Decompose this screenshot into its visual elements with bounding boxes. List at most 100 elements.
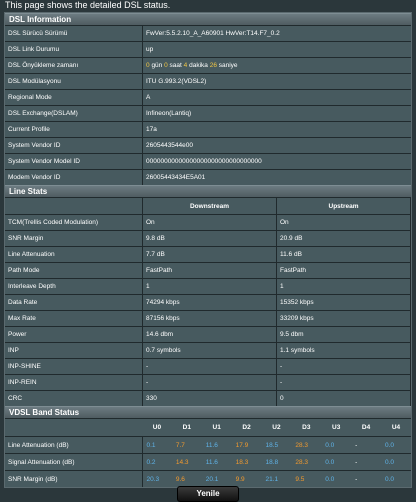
row-label: Data Rate xyxy=(5,294,143,311)
row-label: System Vendor ID xyxy=(5,137,143,154)
row-label: Power xyxy=(5,326,143,343)
band-value: 0.0 xyxy=(381,470,411,487)
table-header-row: U0 D1 U1 D2 U2 D3 U3 D4 U4 xyxy=(5,418,411,437)
upstream-value: 11.6 dB xyxy=(276,246,411,263)
row-label: DSL Exchange(DSLAM) xyxy=(5,105,143,122)
uptime-seconds: 26 xyxy=(209,62,217,69)
upstream-value: - xyxy=(276,358,411,375)
downstream-value: 7.7 dB xyxy=(142,246,277,263)
upstream-value: - xyxy=(276,374,411,391)
band-value: 0.1 xyxy=(142,436,172,454)
downstream-value: - xyxy=(142,358,277,375)
table-row: SNR Margin 9.8 dB 20.9 dB xyxy=(5,230,411,247)
dsl-status-page: This page shows the detailed DSL status.… xyxy=(0,0,416,502)
band-value: 0.0 xyxy=(381,453,411,471)
header-downstream: Downstream xyxy=(142,197,277,215)
row-label: DSL Önyükleme zamanı xyxy=(5,57,143,74)
table-row: Data Rate 74294 kbps 15352 kbps xyxy=(5,294,411,311)
row-label: CRC xyxy=(5,390,143,406)
header-blank xyxy=(5,418,142,437)
row-value: 00000000000000000000000000000000 xyxy=(142,153,411,170)
uptime-seconds-unit: saniye xyxy=(218,62,238,69)
row-value: Infineon(Lantiq) xyxy=(142,105,411,122)
uptime-days: 0 xyxy=(146,62,150,69)
upstream-value: 20.9 dB xyxy=(276,230,411,247)
table-row: SNR Margin (dB) 20.3 9.6 20.1 9.9 21.1 9.5 0.0-… xyxy=(5,470,411,487)
downstream-value: 87156 kbps xyxy=(142,310,277,327)
band-value: 0.2 xyxy=(142,453,172,471)
dsl-info-header: DSL Information xyxy=(5,13,411,25)
row-label: Path Mode xyxy=(5,262,143,279)
band-column-header: D2 xyxy=(231,418,262,437)
band-value: 20.1 xyxy=(201,470,232,487)
downstream-value: On xyxy=(142,214,277,231)
downstream-value: 330 xyxy=(142,390,277,406)
band-value: 17.9 xyxy=(231,436,262,454)
uptime-hours-unit: saat xyxy=(169,62,182,69)
row-label: System Vendor Model ID xyxy=(5,153,143,170)
table-row: CRC 330 0 xyxy=(5,390,411,406)
band-status-header: VDSL Band Status xyxy=(5,406,411,418)
dsl-info-panel: DSL Information DSL Sürücü Sürümü FwVer:5… xyxy=(4,12,412,488)
row-label: DSL Sürücü Sürümü xyxy=(5,25,143,42)
band-value: 0.0 xyxy=(321,436,352,454)
band-value: 0.0 xyxy=(321,470,352,487)
table-row: Regional Mode A xyxy=(5,89,411,106)
row-label: Signal Attenuation (dB) xyxy=(5,453,143,471)
line-stats-header: Line Stats xyxy=(5,185,411,197)
row-label: INP-REIN xyxy=(5,374,143,391)
upstream-value: 0 xyxy=(276,390,411,406)
band-value: 28.3 xyxy=(291,453,322,471)
table-row: INP-REIN - - xyxy=(5,374,411,391)
band-column-header: U0 xyxy=(142,418,172,437)
table-row: System Vendor Model ID 000000000000000000… xyxy=(5,153,411,170)
uptime-value: 0 gün 0 saat 4 dakika 26 saniye xyxy=(142,57,411,74)
band-column-header: U2 xyxy=(261,418,292,437)
table-row: Modem Vendor ID 26005443434E5A01 xyxy=(5,169,411,185)
row-label: INP xyxy=(5,342,143,359)
band-column-header: D3 xyxy=(291,418,322,437)
table-row: INP 0.7 symbols 1.1 symbols xyxy=(5,342,411,359)
downstream-value: 9.8 dB xyxy=(142,230,277,247)
band-value: 28.3 xyxy=(291,436,322,454)
table-row: Current Profile 17a xyxy=(5,121,411,138)
band-value: 11.6 xyxy=(201,453,232,471)
uptime-minutes: 4 xyxy=(183,62,188,69)
band-column-header: U3 xyxy=(321,418,352,437)
downstream-value: 0.7 symbols xyxy=(142,342,277,359)
table-row: Line Attenuation 7.7 dB 11.6 dB xyxy=(5,246,411,263)
table-row: DSL Önyükleme zamanı 0 gün 0 saat 4 daki… xyxy=(5,57,411,74)
row-label: Current Profile xyxy=(5,121,143,138)
row-value: 2605443544e00 xyxy=(142,137,411,154)
downstream-value: 14.6 dbm xyxy=(142,326,277,343)
table-row: Interleave Depth 1 1 xyxy=(5,278,411,295)
band-column-header: D1 xyxy=(171,418,202,437)
header-upstream: Upstream xyxy=(276,197,411,215)
row-label: Max Rate xyxy=(5,310,143,327)
uptime-minutes-unit: dakika xyxy=(189,62,208,69)
row-label: SNR Margin (dB) xyxy=(5,470,143,487)
table-row: DSL Exchange(DSLAM) Infineon(Lantiq) xyxy=(5,105,411,122)
row-label: Interleave Depth xyxy=(5,278,143,295)
band-value: 7.7 xyxy=(171,436,202,454)
band-value: 9.6 xyxy=(171,470,202,487)
band-value: - xyxy=(351,436,381,454)
row-label: DSL Link Durumu xyxy=(5,41,143,58)
row-label: Line Attenuation xyxy=(5,246,143,263)
table-row: Signal Attenuation (dB) 0.2 14.3 11.6 18.3 18… xyxy=(5,453,411,471)
table-row: INP-SHINE - - xyxy=(5,358,411,375)
downstream-value: FastPath xyxy=(142,262,277,279)
band-value: - xyxy=(351,470,381,487)
band-value: 9.9 xyxy=(231,470,262,487)
table-row: Line Attenuation (dB) 0.1 7.7 11.6 17.9 18.5 2… xyxy=(5,436,411,454)
table-row: DSL Modülasyonu ITU G.993.2(VDSL2) xyxy=(5,73,411,90)
row-value: ITU G.993.2(VDSL2) xyxy=(142,73,411,90)
band-value: 20.3 xyxy=(142,470,172,487)
band-value: 18.8 xyxy=(261,453,292,471)
band-value: 18.5 xyxy=(261,436,292,454)
line-stats-body: TCM(Trellis Coded Modulation) On On SNR Mar… xyxy=(5,214,411,406)
row-label: INP-SHINE xyxy=(5,358,143,375)
table-row: DSL Sürücü Sürümü FwVer:5.5.2.10_A_A60901… xyxy=(5,25,411,42)
table-row: System Vendor ID 2605443544e00 xyxy=(5,137,411,154)
band-value: 9.5 xyxy=(291,470,322,487)
